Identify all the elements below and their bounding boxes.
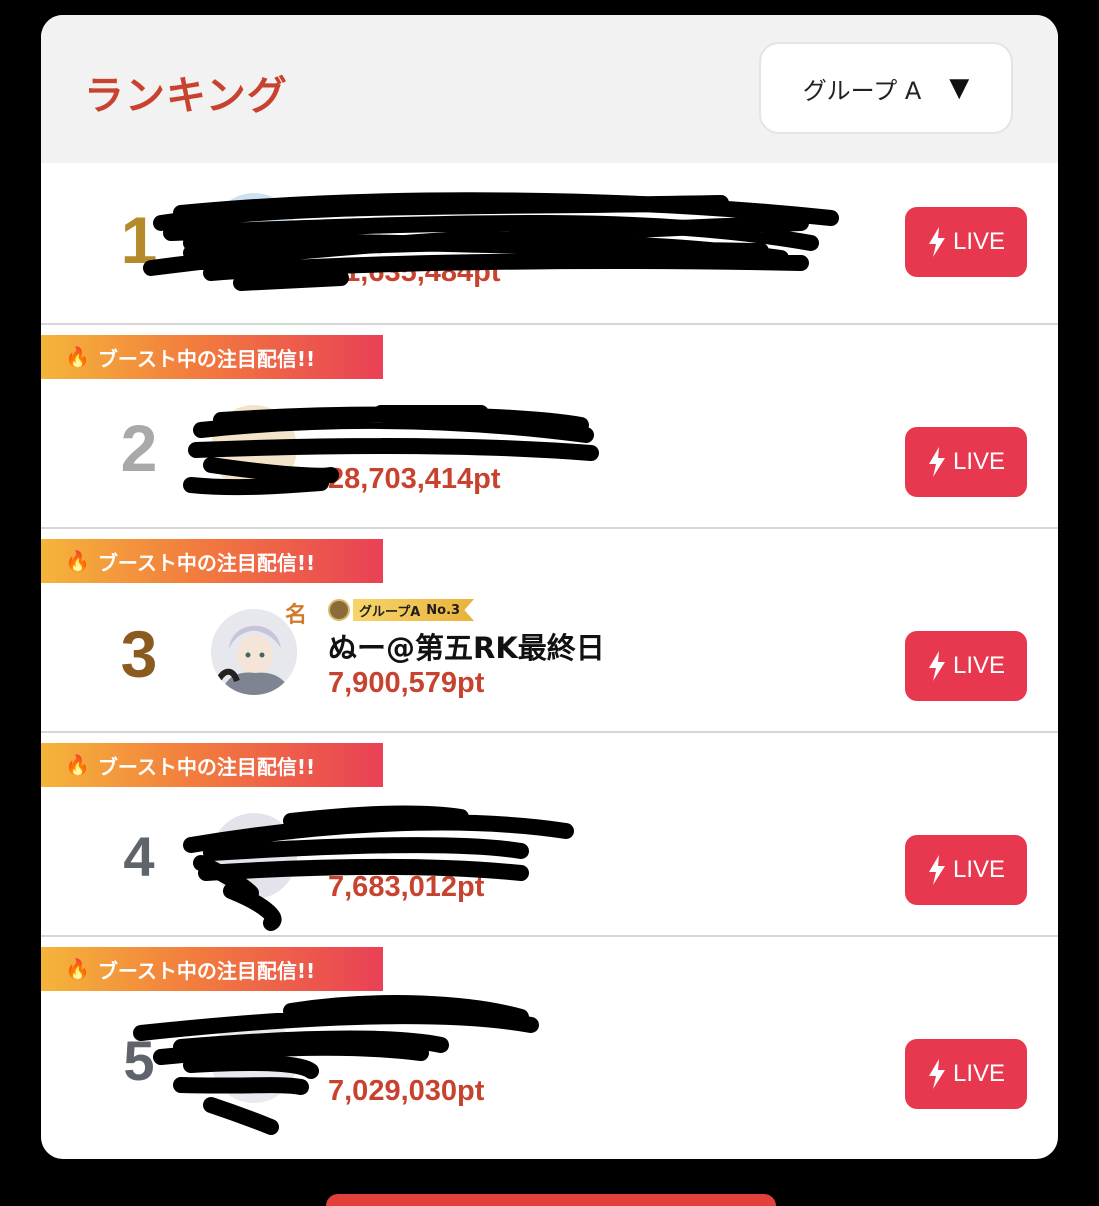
avatar[interactable] [211,193,297,279]
ranking-row-3[interactable]: 🔥 ブースト中の注目配信!! 3 名 グループA No.3 ぬー@第五RK最終日 [41,527,1058,733]
next-card-edge [326,1194,776,1206]
boost-label: ブースト中の注目配信!! [97,550,316,575]
boost-banner: 🔥 ブースト中の注目配信!! [41,539,383,583]
live-label: LIVE [952,1060,1006,1087]
points-value: 28,703,414pt [328,463,501,495]
ranking-row-4[interactable]: 🔥 ブースト中の注目配信!! 4 7,683,012pt LIVE [41,731,1058,937]
boost-label: ブースト中の注目配信!! [97,346,316,371]
avatar[interactable] [211,1017,297,1103]
bolt-icon [928,651,945,681]
ranking-row-2[interactable]: 🔥 ブースト中の注目配信!! 2 28,703,414pt LIVE [41,323,1058,529]
boost-banner: 🔥 ブースト中の注目配信!! [41,743,383,787]
bolt-icon [928,447,945,477]
badge-group: グループA [359,604,421,620]
ranking-row-1[interactable]: 1 31,635,484pt LIVE [41,163,1058,323]
rank-number: 4 [123,825,155,888]
boost-label: ブースト中の注目配信!! [97,958,316,983]
live-label: LIVE [952,856,1006,883]
ranking-card: ランキング グループ A ▼ 1 31,635,484pt LIVE 🔥 ブース… [41,15,1058,1159]
group-select-label: グループ A [802,76,922,105]
group-select-dropdown[interactable]: グループ A ▼ [759,42,1013,134]
rank-number: 1 [120,203,158,277]
fire-icon: 🔥 [65,345,90,369]
page-title: ランキング [84,73,288,119]
bolt-icon [928,1059,945,1089]
ranking-row-5[interactable]: 🔥 ブースト中の注目配信!! 5 7,029,030pt LIVE [41,935,1058,1159]
live-button[interactable]: LIVE [905,835,1027,905]
ranking-badge: グループA No.3 [328,599,475,621]
streamer-name: ぬー@第五RK最終日 [328,631,605,665]
fire-icon: 🔥 [65,549,90,573]
boost-banner: 🔥 ブースト中の注目配信!! [41,335,383,379]
points-value: 7,029,030pt [328,1075,485,1107]
bolt-icon [928,227,945,257]
avatar[interactable] [211,405,297,491]
bolt-icon [928,855,945,885]
chevron-down-icon: ▼ [949,73,970,103]
live-label: LIVE [952,448,1006,475]
live-button[interactable]: LIVE [905,427,1027,497]
ranking-header: ランキング グループ A ▼ [41,15,1058,163]
fire-icon: 🔥 [65,957,90,981]
boost-banner: 🔥 ブースト中の注目配信!! [41,947,383,991]
badge-number: No.3 [426,602,461,618]
rank-number: 2 [120,411,158,485]
rank-number: 5 [123,1029,155,1092]
points-value: 7,683,012pt [328,871,485,903]
live-label: LIVE [952,228,1006,255]
avatar[interactable] [211,813,297,899]
name-badge-mark: 名 [285,603,308,628]
points-value: 7,900,579pt [328,667,485,699]
boost-label: ブースト中の注目配信!! [97,754,316,779]
live-label: LIVE [952,652,1006,679]
fire-icon: 🔥 [65,753,90,777]
live-button[interactable]: LIVE [905,207,1027,277]
points-value: 31,635,484pt [328,256,501,288]
live-button[interactable]: LIVE [905,631,1027,701]
live-button[interactable]: LIVE [905,1039,1027,1109]
seal-icon [328,599,350,621]
rank-number: 3 [120,617,158,691]
badge-ribbon: グループA No.3 [353,599,475,621]
